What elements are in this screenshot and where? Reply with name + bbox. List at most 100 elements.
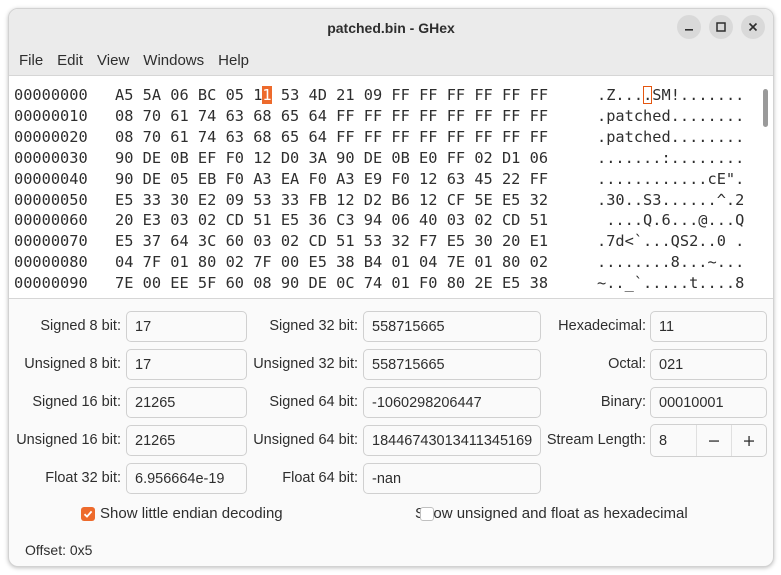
hex-byte[interactable]: 90	[281, 274, 299, 292]
ascii-column[interactable]: .patched........	[597, 106, 744, 127]
hex-byte[interactable]: 22	[502, 170, 520, 188]
hex-byte[interactable]: 5E	[474, 191, 492, 209]
hex-byte[interactable]: 61	[170, 107, 188, 125]
stream-length-value[interactable]: 8	[651, 433, 696, 449]
hex-byte[interactable]: FF	[447, 107, 465, 125]
hex-byte[interactable]: 63	[226, 128, 244, 146]
hex-byte[interactable]: 04	[419, 253, 437, 271]
hex-byte[interactable]: 64	[308, 128, 326, 146]
little-endian-box[interactable]	[81, 506, 95, 521]
hex-byte[interactable]: CF	[447, 191, 465, 209]
hex-byte[interactable]: 01	[391, 274, 409, 292]
hex-byte[interactable]: FF	[530, 170, 548, 188]
hex-byte[interactable]: 7F	[143, 253, 161, 271]
hex-byte[interactable]: 65	[281, 128, 299, 146]
ascii-column[interactable]: ........8...~...	[597, 252, 744, 273]
hex-byte[interactable]: 65	[281, 107, 299, 125]
hex-byte[interactable]: 08	[115, 128, 133, 146]
hex-byte[interactable]: B6	[391, 191, 409, 209]
hex-byte[interactable]: FF	[530, 128, 548, 146]
hex-byte[interactable]: 80	[198, 253, 216, 271]
hex-byte[interactable]: 06	[170, 86, 188, 104]
hex-byte[interactable]: 01	[474, 253, 492, 271]
hex-byte[interactable]: 02	[474, 149, 492, 167]
hex-byte[interactable]: F7	[419, 232, 437, 250]
hex-byte[interactable]: 21	[336, 86, 354, 104]
float32-field[interactable]: 6.956664e-19	[126, 463, 247, 494]
hex-byte[interactable]: E2	[198, 191, 216, 209]
hex-byte[interactable]: 0C	[336, 274, 354, 292]
hex-byte[interactable]: 7F	[253, 253, 271, 271]
hex-byte[interactable]: 12	[253, 149, 271, 167]
decrement-button[interactable]	[696, 425, 731, 456]
hex-byte[interactable]: 37	[143, 232, 161, 250]
hex-byte[interactable]: 12	[419, 170, 437, 188]
hex-byte[interactable]: 60	[226, 274, 244, 292]
menu-windows[interactable]: Windows	[136, 52, 211, 69]
hex-bytes[interactable]: 20 E3 03 02 CD 51 E5 36 C3 94 06 40 03 0…	[115, 210, 548, 231]
hex-byte[interactable]: F0	[391, 170, 409, 188]
close-button[interactable]	[741, 15, 765, 39]
hex-byte[interactable]: FF	[391, 107, 409, 125]
hex-byte[interactable]: 01	[170, 253, 188, 271]
scrollbar-thumb[interactable]	[763, 89, 768, 127]
signed16-field[interactable]: 21265	[126, 387, 247, 418]
title-bar[interactable]: patched.bin - GHex	[9, 9, 773, 46]
hex-byte[interactable]: FF	[391, 128, 409, 146]
hex-byte[interactable]: FF	[474, 128, 492, 146]
hex-byte[interactable]: 64	[308, 107, 326, 125]
hex-byte[interactable]: FF	[502, 128, 520, 146]
ascii-column[interactable]: .patched........	[597, 127, 744, 148]
hex-byte[interactable]: FF	[530, 107, 548, 125]
hex-byte[interactable]: 53	[364, 232, 382, 250]
hex-byte[interactable]: D1	[502, 149, 520, 167]
hex-byte[interactable]: 33	[143, 191, 161, 209]
hex-byte[interactable]: D0	[281, 149, 299, 167]
hex-byte[interactable]: FF	[474, 107, 492, 125]
hex-byte[interactable]: 60	[226, 232, 244, 250]
hex-byte[interactable]: FF	[447, 86, 465, 104]
hex-byte[interactable]: F0	[226, 149, 244, 167]
ascii-column[interactable]: .Z....SM!.......	[597, 85, 744, 106]
hex-byte[interactable]: FF	[502, 86, 520, 104]
hex-byte[interactable]: 0B	[170, 149, 188, 167]
hex-byte[interactable]: 90	[115, 170, 133, 188]
hex-byte[interactable]: 51	[253, 211, 271, 229]
hex-byte[interactable]: 38	[530, 274, 548, 292]
hex-byte[interactable]: B4	[364, 253, 382, 271]
selected-hex-byte[interactable]: 11	[253, 86, 272, 104]
hex-byte[interactable]: 70	[143, 107, 161, 125]
hex-byte[interactable]: 12	[336, 191, 354, 209]
hex-byte[interactable]: 63	[447, 170, 465, 188]
hex-byte[interactable]: 64	[170, 232, 188, 250]
hex-byte[interactable]: FB	[308, 191, 326, 209]
menu-file[interactable]: File	[12, 52, 50, 69]
ascii-column[interactable]: ~.._`.....t....8	[597, 273, 744, 294]
hex-byte[interactable]: C3	[336, 211, 354, 229]
hex-byte[interactable]: 2E	[474, 274, 492, 292]
hex-byte[interactable]: 4D	[309, 86, 327, 104]
hex-byte[interactable]: F0	[419, 274, 437, 292]
hex-byte[interactable]: A5	[115, 86, 133, 104]
hex-byte[interactable]: FF	[502, 107, 520, 125]
hex-byte[interactable]: E5	[308, 253, 326, 271]
hex-byte[interactable]: FF	[364, 128, 382, 146]
hex-byte[interactable]: 53	[281, 86, 299, 104]
hex-byte[interactable]: 3C	[198, 232, 216, 250]
hex-byte[interactable]: 03	[170, 211, 188, 229]
hex-byte[interactable]: 80	[447, 274, 465, 292]
hex-byte[interactable]: 30	[170, 191, 188, 209]
binary-field[interactable]: 00010001	[650, 387, 767, 418]
hex-byte[interactable]: 68	[253, 128, 271, 146]
unsigned8-field[interactable]: 17	[126, 349, 247, 380]
hex-byte[interactable]: 94	[364, 211, 382, 229]
hex-byte[interactable]: 7E	[115, 274, 133, 292]
hex-bytes[interactable]: 7E 00 EE 5F 60 08 90 DE 0C 74 01 F0 80 2…	[115, 273, 548, 294]
hex-byte[interactable]: 32	[391, 232, 409, 250]
hex-byte[interactable]: A3	[253, 170, 271, 188]
hex-byte[interactable]: FF	[336, 128, 354, 146]
hex-byte[interactable]: EE	[170, 274, 188, 292]
hex-byte[interactable]: 03	[447, 211, 465, 229]
hex-byte[interactable]: DE	[143, 149, 161, 167]
hex-byte[interactable]: 08	[253, 274, 271, 292]
